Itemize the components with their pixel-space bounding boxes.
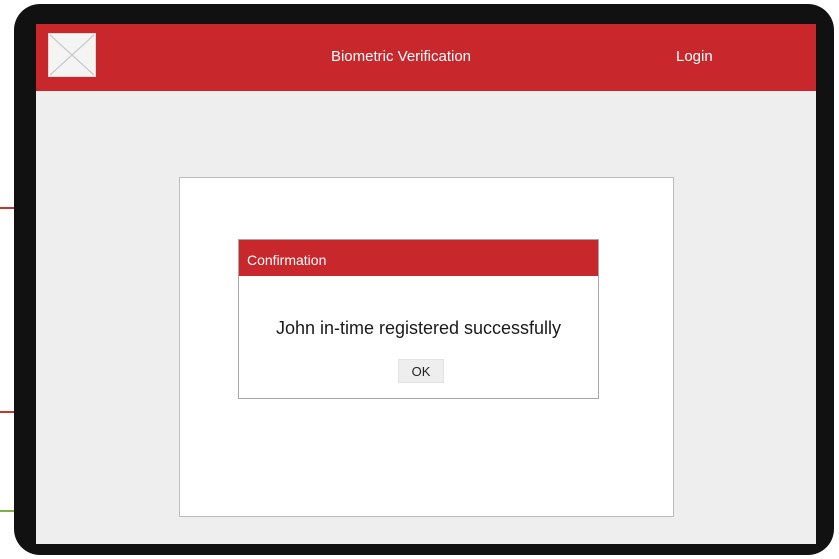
confirmation-dialog: Confirmation John in-time registered suc… <box>238 239 599 399</box>
image-placeholder-cross <box>49 34 95 76</box>
login-link[interactable]: Login <box>676 48 713 65</box>
ok-button[interactable]: OK <box>398 359 444 383</box>
app-screen: Biometric Verification Login Confirmatio… <box>36 24 816 544</box>
app-title: Biometric Verification <box>330 48 472 65</box>
image-placeholder-icon <box>48 33 96 77</box>
header-bar: Biometric Verification Login <box>36 24 816 91</box>
dialog-title-bar: Confirmation <box>239 240 598 276</box>
dialog-message: John in-time registered successfully <box>275 318 562 338</box>
page: Biometric Verification Login Confirmatio… <box>0 0 839 559</box>
dialog-title: Confirmation <box>247 252 327 268</box>
